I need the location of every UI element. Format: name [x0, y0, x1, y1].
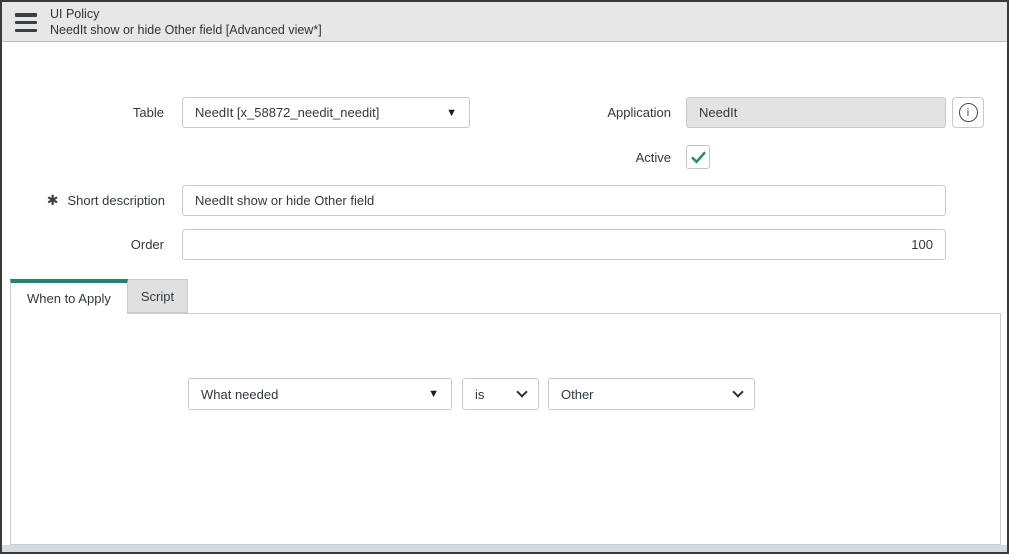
bottom-scrollbar-track[interactable]	[2, 545, 1007, 552]
table-select-value: NeedIt [x_58872_needit_needit]	[195, 105, 380, 120]
header-titles: UI Policy NeedIt show or hide Other fiel…	[50, 6, 322, 38]
chevron-down-icon	[516, 385, 528, 398]
condition-operator-value: is	[475, 386, 485, 402]
tab-when-to-apply[interactable]: When to Apply	[10, 279, 128, 314]
required-field-icon: ✱	[46, 192, 59, 208]
form-tabs: When to Apply Script	[10, 279, 189, 314]
condition-value-select[interactable]: Other	[548, 378, 755, 410]
short-description-input[interactable]: NeedIt show or hide Other field	[182, 185, 946, 216]
record-title: NeedIt show or hide Other field [Advance…	[50, 23, 322, 37]
application-value: NeedIt	[699, 105, 738, 120]
application-info-button[interactable]: i	[952, 97, 984, 128]
condition-operator-select[interactable]: is	[462, 378, 539, 410]
order-input[interactable]: 100	[182, 229, 946, 260]
condition-field-value: What needed	[201, 386, 279, 402]
active-checkbox[interactable]	[686, 145, 710, 169]
application-field: NeedIt	[686, 97, 946, 128]
table-select[interactable]: NeedIt [x_58872_needit_needit] ▼	[182, 97, 470, 128]
info-icon: i	[958, 103, 978, 122]
dropdown-arrow-icon: ▼	[446, 106, 457, 119]
form-header: UI Policy NeedIt show or hide Other fiel…	[2, 2, 1007, 42]
hamburger-menu-icon[interactable]	[15, 13, 37, 32]
tab-script[interactable]: Script	[127, 279, 189, 313]
short-description-label: ✱ Short description	[46, 192, 165, 208]
ui-policy-form-window: UI Policy NeedIt show or hide Other fiel…	[0, 0, 1009, 554]
condition-value-value: Other	[561, 386, 594, 402]
condition-field-select[interactable]: What needed ▼	[188, 378, 452, 410]
table-label: Table	[132, 105, 164, 120]
dropdown-arrow-icon: ▼	[428, 388, 439, 400]
short-description-value: NeedIt show or hide Other field	[195, 193, 375, 208]
active-label: Active	[635, 149, 671, 165]
checkmark-icon	[690, 151, 706, 164]
when-to-apply-panel	[10, 313, 1001, 545]
order-value: 100	[911, 237, 933, 252]
order-label: Order	[130, 237, 164, 252]
application-label: Application	[607, 105, 671, 120]
chevron-down-icon	[732, 385, 744, 398]
form-type-title: UI Policy	[50, 7, 100, 21]
